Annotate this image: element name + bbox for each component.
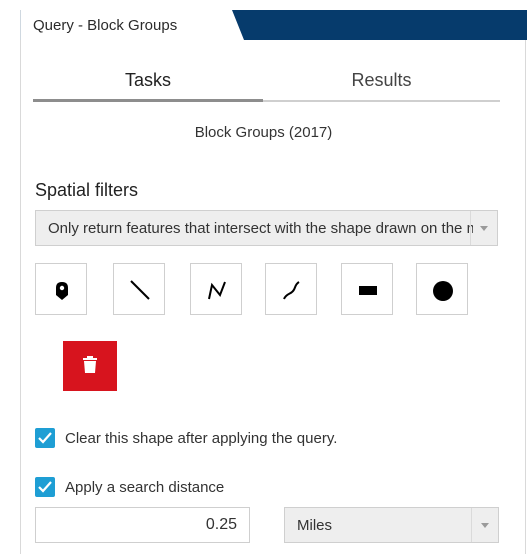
spatial-filter-value: Only return features that intersect with… xyxy=(48,220,473,237)
layer-name: Block Groups (2017) xyxy=(194,124,333,141)
panel-header: Query - Block Groups xyxy=(0,0,527,40)
spatial-filter-select[interactable]: Only return features that intersect with… xyxy=(35,210,498,246)
trash-icon xyxy=(83,356,97,373)
rectangle-icon xyxy=(359,286,377,295)
draw-point-button[interactable] xyxy=(35,263,87,315)
freehand-line-icon xyxy=(283,281,300,300)
circle-icon xyxy=(433,281,453,301)
draw-line-button[interactable] xyxy=(113,263,165,315)
search-distance-value: 0.25 xyxy=(205,516,237,533)
panel-title-tab[interactable]: Query - Block Groups xyxy=(20,10,244,40)
clear-shape-checkbox[interactable] xyxy=(35,428,55,448)
spatial-filters-title: Spatial filters xyxy=(35,180,139,200)
panel-title: Query - Block Groups xyxy=(33,17,178,34)
search-distance-label: Apply a search distance xyxy=(65,479,225,496)
line-icon xyxy=(130,280,150,300)
tab-results[interactable]: Results xyxy=(263,70,500,100)
draw-circle-button[interactable] xyxy=(416,263,468,315)
search-distance-option[interactable]: Apply a search distance xyxy=(35,477,275,499)
distance-units-select[interactable]: Miles xyxy=(284,507,499,543)
clear-shape-button[interactable] xyxy=(63,341,117,391)
header-bar xyxy=(220,10,527,40)
draw-rectangle-button[interactable] xyxy=(341,263,393,315)
search-distance-checkbox[interactable] xyxy=(35,477,55,497)
polyline-icon xyxy=(208,281,226,300)
draw-polyline-button[interactable] xyxy=(190,263,242,315)
clear-shape-label: Clear this shape after applying the quer… xyxy=(65,430,338,447)
clear-shape-option[interactable]: Clear this shape after applying the quer… xyxy=(35,428,415,450)
tab-active-indicator xyxy=(33,99,263,102)
checkmark-icon xyxy=(38,481,52,493)
chevron-down-icon[interactable] xyxy=(471,508,498,542)
tab-bar: Tasks Results xyxy=(33,70,500,104)
search-distance-input[interactable]: 0.25 xyxy=(35,507,250,543)
tab-tasks[interactable]: Tasks xyxy=(33,70,263,100)
distance-units-value: Miles xyxy=(297,517,333,534)
chevron-down-icon[interactable] xyxy=(470,211,497,245)
checkmark-icon xyxy=(38,432,52,444)
draw-freehand-button[interactable] xyxy=(265,263,317,315)
map-pin-icon xyxy=(56,282,68,300)
